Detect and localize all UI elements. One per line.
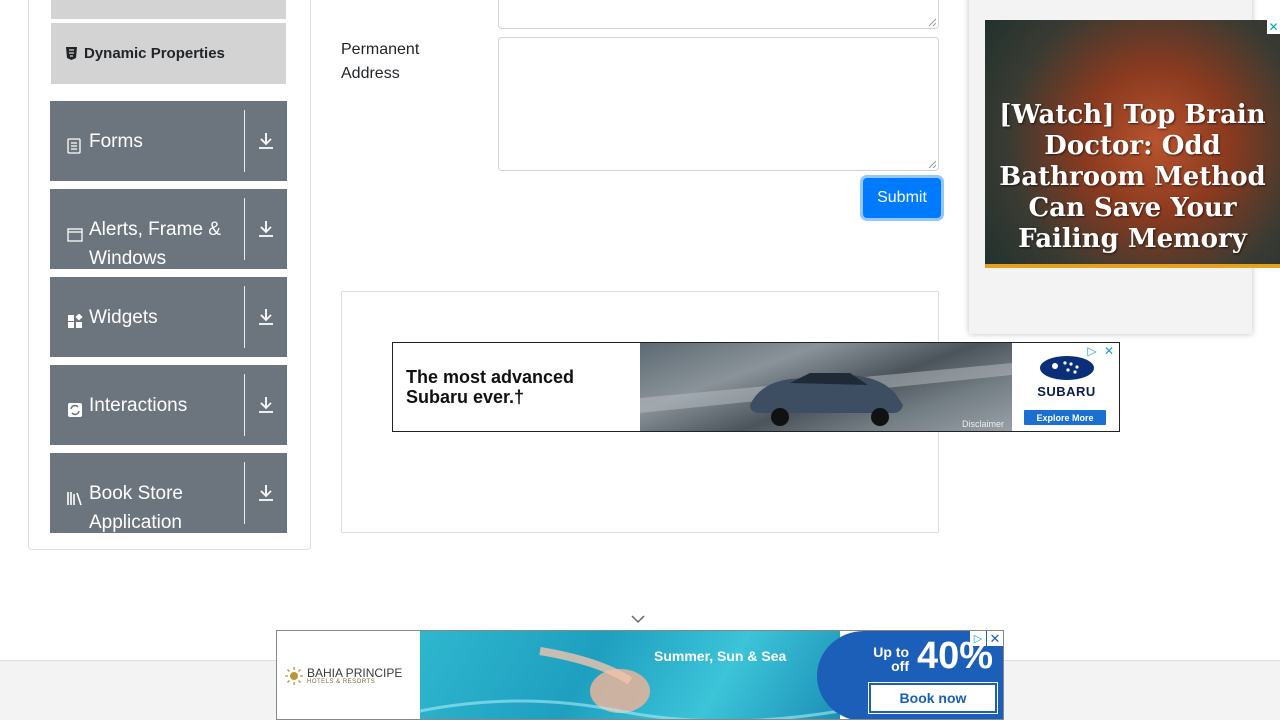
ad-brand-name: SUBARU	[1037, 384, 1096, 399]
window-icon	[67, 222, 83, 242]
download-icon[interactable]	[245, 453, 287, 533]
download-icon[interactable]	[245, 365, 287, 445]
books-icon	[67, 486, 83, 506]
resize-handle-icon[interactable]	[928, 160, 936, 168]
ad-brand-name: BAHIA PRINCIPE	[307, 666, 403, 680]
ad-headline: The most advanced Subaru ever.†	[406, 367, 575, 407]
explore-more-button[interactable]: Explore More	[1024, 410, 1106, 425]
sidebar-item-previous[interactable]	[51, 0, 286, 19]
sidebar-group-interactions[interactable]: Interactions	[50, 365, 287, 445]
sidebar-group-label: Book Store Application	[89, 483, 183, 533]
sidebar-group-widgets[interactable]: Widgets	[50, 277, 287, 357]
submit-button[interactable]: Submit	[863, 178, 941, 218]
form-icon	[67, 134, 83, 154]
close-icon[interactable]: ✕	[1267, 20, 1280, 34]
close-icon[interactable]: ✕	[1102, 344, 1116, 358]
car-image: Disclaimer	[640, 343, 1012, 431]
sidebar-group-alerts-frame-windows[interactable]: Alerts, Frame & Windows	[50, 189, 287, 269]
chevron-down-icon[interactable]	[630, 612, 646, 626]
sidebar-item-dynamic-properties[interactable]: Dynamic Properties	[51, 23, 286, 84]
bahia-principe-logo: BAHIA PRINCIPE HOTELS & RESORTS	[277, 631, 420, 719]
widgets-icon	[67, 310, 83, 328]
download-icon[interactable]	[245, 277, 287, 357]
right-sidebar-ad[interactable]: [Watch] Top Brain Doctor: Odd Bathroom M…	[985, 20, 1280, 268]
sidebar-item-label: Dynamic Properties	[84, 45, 225, 62]
book-now-button[interactable]: Book now	[868, 682, 998, 714]
close-icon[interactable]: ✕	[987, 631, 1003, 646]
html5-shield-icon	[65, 47, 77, 61]
resize-handle-icon[interactable]	[928, 18, 936, 26]
sidebar-group-label: Alerts, Frame & Windows	[89, 219, 221, 269]
adchoices-icon[interactable]: ▷	[1085, 344, 1099, 358]
sun-logo-icon	[285, 667, 303, 685]
sidebar-group-forms[interactable]: Forms	[50, 101, 287, 181]
sidebar-group-label: Forms	[89, 131, 143, 152]
permanent-address-textarea[interactable]	[498, 37, 939, 171]
permanent-address-label: Permanent Address	[341, 41, 420, 82]
ad-disclaimer[interactable]: Disclaimer	[962, 419, 1004, 429]
bahia-principe-banner-ad[interactable]: BAHIA PRINCIPE HOTELS & RESORTS Summer, …	[276, 630, 1004, 720]
subaru-banner-ad[interactable]: The most advanced Subaru ever.† Disclaim…	[392, 342, 1120, 432]
adchoices-icon[interactable]: ▷	[970, 631, 986, 646]
current-address-textarea[interactable]	[498, 0, 939, 29]
sidebar-group-label: Widgets	[89, 307, 158, 328]
sidebar-group-label: Interactions	[89, 395, 188, 416]
off-text: off	[891, 658, 909, 674]
download-icon[interactable]	[245, 101, 287, 181]
pool-image	[419, 631, 841, 719]
download-icon[interactable]	[245, 189, 287, 269]
ad-tagline: Summer, Sun & Sea	[654, 648, 787, 664]
subaru-logo-icon	[1040, 356, 1094, 380]
interactions-icon	[67, 398, 83, 417]
up-to-off-label: Up to off	[873, 645, 909, 673]
sidebar-group-book-store[interactable]: Book Store Application	[50, 453, 287, 533]
ad-headline: [Watch] Top Brain Doctor: Odd Bathroom M…	[999, 100, 1266, 254]
